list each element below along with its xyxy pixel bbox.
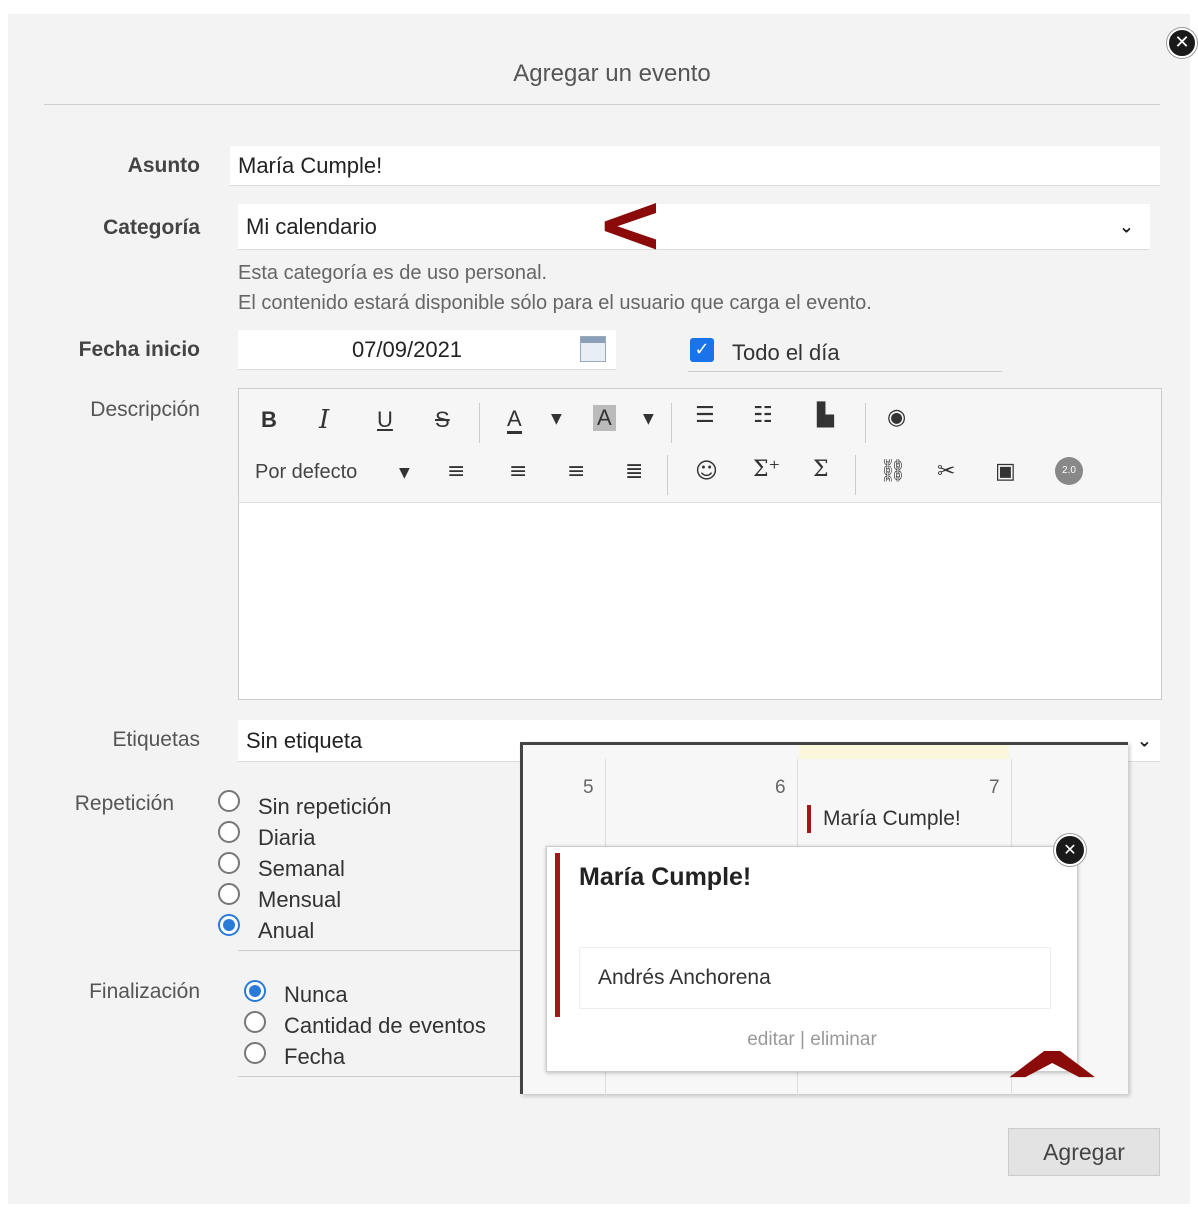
calendar-day-number: 6	[775, 777, 786, 798]
todo-el-dia-underline	[688, 371, 1002, 372]
chevron-down-icon: ⌄	[1118, 216, 1134, 237]
align-right-icon[interactable]: ≡	[567, 459, 585, 484]
toolbar-separator	[667, 455, 668, 495]
sum-plus-icon[interactable]: Σ⁺	[753, 457, 780, 482]
radio-sin-repeticion[interactable]	[218, 790, 240, 812]
agregar-button[interactable]: Agregar	[1008, 1128, 1160, 1176]
etiquetas-value: Sin etiqueta	[246, 727, 363, 753]
edit-link[interactable]: editar	[747, 1029, 795, 1050]
close-icon[interactable]: ✕	[1167, 28, 1197, 58]
radio-diaria[interactable]	[218, 821, 240, 843]
calendar-day-number: 5	[583, 777, 594, 798]
text-color-dropdown-icon[interactable]: ▼	[551, 411, 562, 427]
font-style-select[interactable]: Por defecto	[255, 461, 357, 484]
image-icon[interactable]: ▣	[995, 459, 1016, 484]
event-owner: Andrés Anchorena	[579, 947, 1051, 1009]
numbered-list-icon[interactable]: ☷	[753, 403, 773, 428]
asunto-label: Asunto	[127, 154, 200, 177]
toolbar-separator	[855, 455, 856, 495]
toolbar-separator	[865, 403, 866, 443]
editor-toolbar: B I U S A ▼ A ▼ ☰ ☷ ▙ ◉ Por defecto ▼ ≡ …	[239, 389, 1161, 503]
etiquetas-label: Etiquetas	[112, 728, 200, 751]
categoria-label: Categoría	[103, 216, 200, 239]
emoji-icon[interactable]: ☺	[695, 459, 718, 484]
radio-anual[interactable]	[218, 914, 240, 936]
toolbar-separator	[479, 403, 480, 443]
fecha-inicio-input[interactable]: 07/09/2021	[238, 330, 616, 370]
align-left-icon[interactable]: ≡	[447, 459, 465, 484]
today-highlight	[799, 745, 1009, 759]
descripcion-label: Descripción	[90, 398, 200, 421]
align-justify-icon[interactable]: ≣	[625, 459, 643, 484]
bg-color-dropdown-icon[interactable]: ▼	[643, 411, 654, 427]
bulleted-list-icon[interactable]: ☰	[695, 403, 715, 428]
paste-text-icon[interactable]: ▙	[817, 403, 834, 428]
event-popup-title: María Cumple!	[579, 863, 752, 891]
radio-cantidad-eventos[interactable]	[244, 1011, 266, 1033]
bg-color-button[interactable]: A	[593, 405, 616, 431]
title-divider	[44, 104, 1160, 105]
option-semanal: Semanal	[258, 856, 345, 881]
align-center-icon[interactable]: ≡	[509, 459, 527, 484]
todo-el-dia-checkbox[interactable]: ✓	[690, 338, 714, 362]
option-mensual: Mensual	[258, 887, 342, 912]
action-separator: |	[800, 1029, 805, 1050]
link-icon[interactable]: ⛓	[879, 459, 907, 484]
delete-link[interactable]: eliminar	[810, 1029, 877, 1050]
annotation-left-arrow: <	[596, 177, 665, 272]
fecha-inicio-value: 07/09/2021	[351, 336, 463, 362]
bold-button[interactable]: B	[261, 407, 277, 433]
todo-el-dia-label: Todo el día	[732, 340, 840, 365]
calendar-day-number: 7	[989, 777, 1000, 798]
font-style-dropdown-icon[interactable]: ▼	[399, 465, 410, 481]
description-editor[interactable]: B I U S A ▼ A ▼ ☰ ☷ ▙ ◉ Por defecto ▼ ≡ …	[238, 388, 1162, 700]
repeticion-label: Repetición	[74, 792, 174, 815]
radio-mensual[interactable]	[218, 883, 240, 905]
underline-button[interactable]: U	[377, 407, 393, 433]
repeticion-divider	[238, 950, 528, 951]
option-sin-repeticion: Sin repetición	[258, 794, 392, 819]
option-cantidad-eventos: Cantidad de eventos	[284, 1013, 486, 1038]
categoria-hint-line-2: El contenido estará disponible sólo para…	[238, 292, 872, 314]
radio-fecha[interactable]	[244, 1042, 266, 1064]
annotation-up-arrow: ^	[995, 1032, 1109, 1144]
italic-button[interactable]: I	[319, 405, 329, 435]
unlink-icon[interactable]: ✂	[937, 459, 955, 484]
finalizacion-divider	[238, 1076, 528, 1077]
sum-icon[interactable]: Σ	[813, 457, 829, 482]
badge-icon[interactable]: 2.0	[1055, 457, 1083, 485]
option-nunca: Nunca	[284, 982, 348, 1007]
preview-eye-icon[interactable]: ◉	[887, 405, 906, 430]
categoria-value: Mi calendario	[246, 213, 377, 239]
categoria-hint-line-1: Esta categoría es de uso personal.	[238, 262, 548, 284]
option-fecha: Fecha	[284, 1044, 346, 1069]
close-icon[interactable]: ✕	[1054, 834, 1086, 866]
toolbar-separator	[671, 403, 672, 443]
finalizacion-label: Finalización	[89, 980, 200, 1003]
option-diaria: Diaria	[258, 825, 316, 850]
asunto-input[interactable]: María Cumple!	[230, 146, 1160, 186]
radio-semanal[interactable]	[218, 852, 240, 874]
calendar-picker-icon[interactable]	[580, 336, 606, 362]
fecha-inicio-label: Fecha inicio	[78, 338, 200, 361]
dialog-title: Agregar un evento	[513, 60, 711, 87]
radio-nunca[interactable]	[244, 980, 266, 1002]
categoria-select[interactable]: Mi calendario ⌄	[238, 204, 1150, 250]
event-color-bar	[555, 853, 560, 1017]
text-color-button[interactable]: A	[507, 407, 522, 434]
calendar-event[interactable]: María Cumple!	[807, 805, 961, 833]
strikethrough-button[interactable]: S	[435, 407, 450, 433]
option-anual: Anual	[258, 918, 315, 943]
chevron-down-icon: ⌄	[1136, 730, 1152, 751]
